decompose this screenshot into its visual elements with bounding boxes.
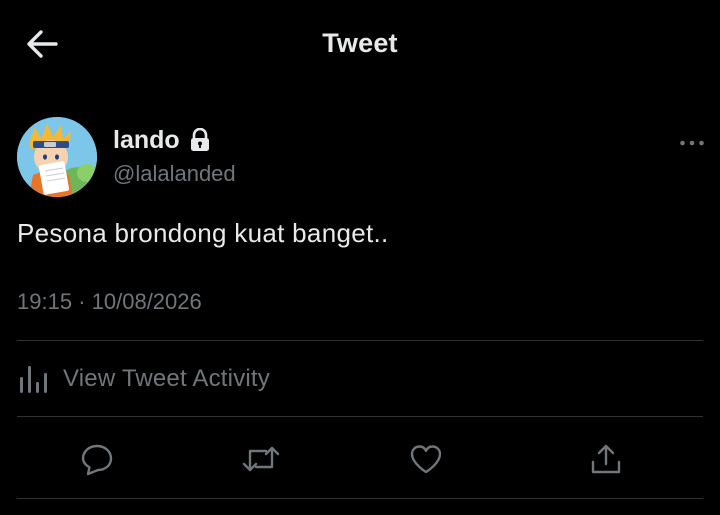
tweet-text: Pesona brondong kuat banget.. [17,218,389,248]
more-dots-icon [680,140,704,146]
avatar[interactable] [17,117,97,197]
tweet-date[interactable]: 10/08/2026 [92,289,202,314]
tweet-action-bar [0,436,720,482]
divider [17,340,703,341]
reply-button[interactable] [74,436,120,482]
more-options-button[interactable] [672,130,712,156]
top-bar: Tweet [0,0,720,90]
heart-icon [410,445,442,474]
view-tweet-activity-button[interactable]: View Tweet Activity [17,358,270,400]
anime-avatar [17,117,97,197]
author-name-row: lando [113,124,210,156]
lock-icon [190,128,210,152]
analytics-bars-icon [20,366,47,393]
retweet-button[interactable] [238,436,284,482]
meta-separator: · [78,289,86,314]
divider [17,498,703,499]
share-upload-icon [591,444,621,474]
page-title: Tweet [322,28,398,58]
tweet-time[interactable]: 19:15 [17,289,72,314]
author-display-name[interactable]: lando [113,126,180,155]
retweet-icon [242,446,280,472]
tweet-timestamp: 19:15 · 10/08/2026 [17,289,202,315]
like-button[interactable] [403,436,449,482]
divider [17,416,703,417]
author-handle[interactable]: @lalalanded [113,161,236,187]
reply-bubble-icon [81,444,113,476]
view-tweet-activity-label: View Tweet Activity [63,365,271,392]
share-button[interactable] [583,436,629,482]
